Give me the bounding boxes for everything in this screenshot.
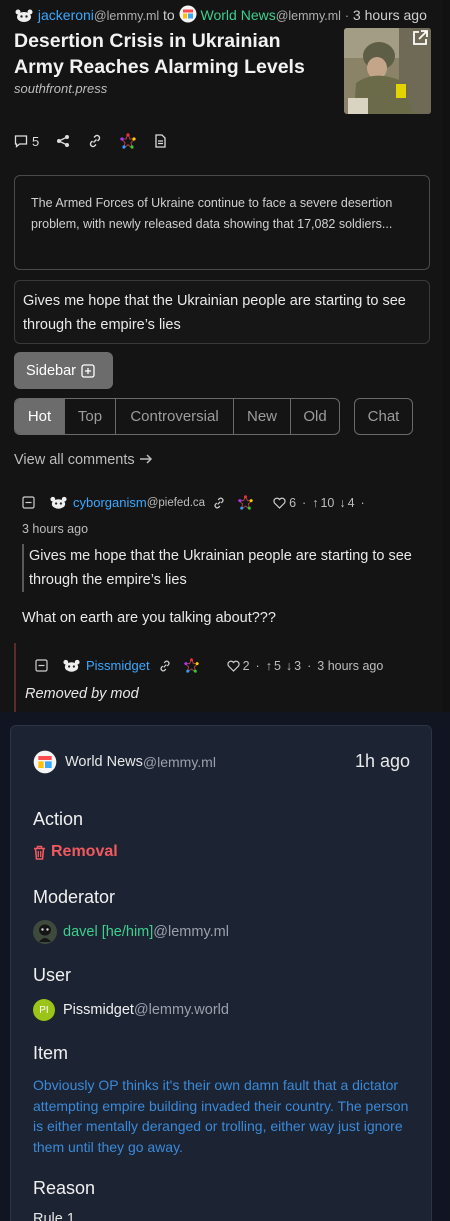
link-icon[interactable] [158,659,172,673]
report-button[interactable] [153,134,167,148]
removed-notice: Removed by mod [25,686,139,702]
comment-author-link[interactable]: Pissmidget [86,658,150,673]
heart-icon[interactable] [226,660,240,672]
moderator-heading: Moderator [33,887,116,907]
user-avatar-icon [50,496,67,509]
fediverse-button[interactable] [120,133,137,149]
comment-time: 3 hours ago [22,522,89,536]
comment-count: 5 [32,133,40,149]
comment-author-link[interactable]: cyborganism [73,495,147,510]
link-icon[interactable] [212,496,226,510]
downvote-count: 4 [347,495,355,510]
modlog-time: 1h ago [354,751,410,771]
post-author-instance: @lemmy.ml [93,9,160,23]
sidebar-label: Sidebar [26,362,76,379]
comment-icon [14,135,28,148]
tab-new[interactable]: New [234,399,291,434]
post-meta: jackeroni@lemmy.ml to World News@lemmy.m… [14,5,427,26]
fediverse-icon[interactable] [183,658,199,673]
post-body: Gives me hope that the Ukrainian people … [14,280,430,344]
modlog-community-instance: @lemmy.ml [142,754,216,770]
action-value: Removal [33,843,118,861]
external-link-icon[interactable] [411,29,429,52]
post-excerpt: The Armed Forces of Ukraine continue to … [14,175,430,270]
modlog-community-name: World News [65,754,143,770]
community-icon [33,750,57,774]
trash-icon [34,845,45,860]
item-heading: Item [33,1043,69,1063]
user-avatar-icon [63,659,80,672]
upvote-count: 5 [273,658,281,673]
share-icon [57,135,70,147]
tab-old[interactable]: Old [291,399,339,434]
heart-count: 6 [289,495,297,510]
plus-square-icon [81,363,95,378]
upvote-arrow-icon[interactable]: ↑ [312,496,318,510]
modlog-view: World News @lemmy.ml 1h ago Action Remova… [0,712,450,1221]
downvote-arrow-icon[interactable]: ↓ [286,659,292,673]
child-comment: Pissmidget 2 · ↑ 5 ↓ 3 · 3 hours ago Rem… [14,643,434,712]
collapse-icon[interactable] [22,496,35,509]
comment-author-instance: @piefed.ca [146,496,206,509]
avatar: PI [33,999,55,1021]
fediverse-icon[interactable] [238,495,254,510]
post-title[interactable]: Desertion Crisis in Ukrainian Army Reach… [14,28,334,80]
comment-header: cyborganism @piefed.ca 6 · ↑ 10 ↓ 4 · [22,495,365,510]
comment-time: 3 hours ago [317,658,384,673]
copy-link-button[interactable] [87,133,103,149]
document-icon [155,134,166,148]
share-button[interactable] [56,134,70,148]
to-label: to [163,7,175,23]
tab-controversial[interactable]: Controversial [116,399,234,434]
heart-icon[interactable] [273,497,286,509]
post-source-link[interactable]: southfront.press [14,81,107,96]
comments-button[interactable]: 5 [14,134,39,149]
comment: cyborganism @piefed.ca 6 · ↑ 10 ↓ 4 · 3 h… [22,495,365,536]
sidebar-button[interactable]: Sidebar [14,352,113,389]
reason-value: Rule 1 [33,1211,75,1221]
moderator-instance: @lemmy.ml [153,924,229,940]
post-view: jackeroni@lemmy.ml to World News@lemmy.m… [0,0,443,712]
collapse-icon[interactable] [35,659,48,672]
moderator-link[interactable]: davel [he/him] @lemmy.ml [33,920,229,944]
arrow-right-icon [139,454,152,464]
avatar [33,920,57,944]
downvote-count: 3 [294,658,302,673]
heart-count: 2 [242,658,250,673]
post-time: 3 hours ago [352,7,427,23]
comment-sort-tabs: Hot Top Controversial New Old [14,398,340,435]
modlog-entry-card: World News @lemmy.ml 1h ago Action Remova… [10,725,432,1221]
tab-hot[interactable]: Hot [15,399,65,434]
reason-heading: Reason [33,1178,96,1198]
moderator-name: davel [he/him] [63,924,154,940]
tab-top[interactable]: Top [65,399,116,434]
modlog-community[interactable]: World News @lemmy.ml [33,750,216,774]
user-avatar-icon [14,9,34,26]
community-instance: @lemmy.ml [275,9,341,23]
user-link[interactable]: PI Pissmidget @lemmy.world [33,999,229,1021]
post-action-bar: 5 [14,131,184,151]
upvote-count: 10 [320,495,335,510]
user-instance: @lemmy.world [133,1002,229,1018]
community-link[interactable]: World News [201,7,276,23]
action-heading: Action [33,809,84,829]
view-all-comments-link[interactable]: View all comments [14,452,153,468]
downvote-arrow-icon[interactable]: ↓ [339,496,345,510]
user-name: Pissmidget [63,1002,134,1018]
community-icon [179,5,197,26]
comment-header: Pissmidget 2 · ↑ 5 ↓ 3 · 3 hours ago [35,658,383,673]
comment-quote: Gives me hope that the Ukrainian people … [22,544,438,592]
chat-button[interactable]: Chat [354,398,413,435]
comment-text: What on earth are you talking about??? [22,610,276,626]
fediverse-icon [120,133,137,149]
user-heading: User [33,965,72,985]
post-thumbnail[interactable] [344,28,431,114]
post-author-link[interactable]: jackeroni [38,7,94,23]
item-link[interactable]: Obviously OP thinks it's their own damn … [33,1075,418,1157]
link-icon [90,134,101,148]
upvote-arrow-icon[interactable]: ↑ [266,659,272,673]
